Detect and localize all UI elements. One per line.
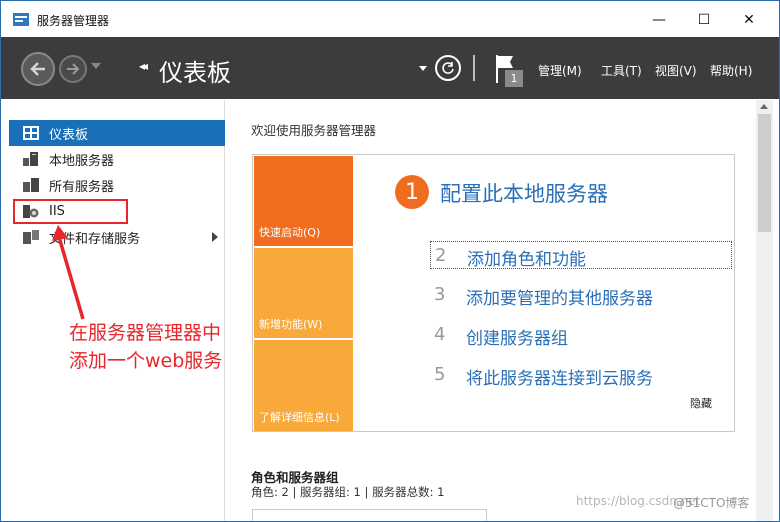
back-button[interactable]	[21, 52, 55, 86]
sidebar-item-label: 仪表板	[49, 127, 89, 143]
welcome-heading: 欢迎使用服务器管理器	[251, 123, 377, 138]
step-number: 2	[435, 245, 447, 266]
step-connect-cloud[interactable]: 5 将此服务器连接到云服务	[430, 361, 732, 389]
sidebar-item-label: 所有服务器	[49, 179, 115, 195]
refresh-icon	[442, 62, 454, 74]
vertical-scrollbar[interactable]	[756, 100, 773, 521]
page-title: 仪表板	[159, 59, 231, 87]
sidebar: 仪表板 本地服务器 所有服务器 IIS 文件和存储服务	[9, 100, 225, 521]
annotation-arrow-icon	[52, 225, 85, 320]
breadcrumb-dropdown-icon[interactable]	[419, 66, 427, 71]
sidebar-item-dashboard[interactable]: 仪表板	[9, 120, 225, 146]
tile-label: 快速启动(Q)	[259, 226, 321, 239]
menu-tools[interactable]: 工具(T)	[601, 62, 642, 79]
iis-highlight-box	[13, 199, 128, 224]
step-add-roles[interactable]: 2 添加角色和功能	[430, 241, 732, 270]
sidebar-item-label: 本地服务器	[49, 153, 115, 169]
header-separator	[473, 55, 475, 81]
watermark-brand: @51CTO博客	[673, 496, 750, 510]
step-link[interactable]: 添加要管理的其他服务器	[466, 284, 653, 309]
annotation-text: 在服务器管理器中 添加一个web服务	[69, 319, 249, 375]
dashboard-icon	[23, 126, 39, 140]
sidebar-item-all-servers[interactable]: 所有服务器	[9, 172, 225, 198]
role-tile[interactable]	[252, 509, 487, 521]
step-number: 5	[434, 364, 446, 385]
step-link[interactable]: 创建服务器组	[466, 324, 568, 349]
step-1-number-badge: 1	[395, 175, 429, 209]
menu-manage[interactable]: 管理(M)	[538, 62, 582, 79]
breadcrumb-arrows[interactable]: ◂◂	[139, 59, 148, 73]
expand-arrow-icon[interactable]	[212, 232, 218, 242]
maximize-button[interactable]: ☐	[682, 7, 726, 33]
tile-whats-new[interactable]: 新增功能(W)	[254, 248, 353, 338]
title-bar: 服务器管理器 — ☐ ✕	[1, 1, 779, 37]
menu-help[interactable]: 帮助(H)	[710, 62, 752, 79]
close-button[interactable]: ✕	[727, 7, 771, 33]
tile-label: 了解详细信息(L)	[259, 411, 340, 424]
server-manager-window: 服务器管理器 — ☐ ✕ ◂◂ 仪表板 1 管理(M) 工具(T) 视图(V) …	[0, 0, 780, 522]
servers-icon	[23, 178, 39, 192]
tile-learn-more[interactable]: 了解详细信息(L)	[254, 340, 353, 431]
step-number: 4	[434, 324, 446, 345]
step-create-group[interactable]: 4 创建服务器组	[430, 321, 732, 349]
header-bar: ◂◂ 仪表板 1 管理(M) 工具(T) 视图(V) 帮助(H)	[1, 37, 779, 99]
refresh-button[interactable]	[435, 55, 461, 81]
tile-label: 新增功能(W)	[259, 318, 323, 331]
storage-icon	[23, 230, 39, 244]
annotation-line-2: 添加一个web服务	[69, 350, 223, 372]
configure-local-server-link[interactable]: 配置此本地服务器	[440, 178, 608, 208]
roles-summary: 角色: 2 | 服务器组: 1 | 服务器总数: 1	[251, 485, 445, 499]
scroll-thumb[interactable]	[758, 114, 771, 232]
annotation-line-1: 在服务器管理器中	[69, 322, 222, 344]
sidebar-item-local-server[interactable]: 本地服务器	[9, 146, 225, 172]
main-content: 欢迎使用服务器管理器 快速启动(Q) 新增功能(W) 了解详细信息(L) 1 配…	[226, 100, 756, 521]
step-add-servers[interactable]: 3 添加要管理的其他服务器	[430, 281, 732, 309]
menu-view[interactable]: 视图(V)	[655, 62, 697, 79]
step-link[interactable]: 将此服务器连接到云服务	[466, 364, 653, 389]
server-icon	[23, 152, 38, 166]
window-title: 服务器管理器	[37, 14, 110, 28]
arrow-left-icon	[30, 62, 45, 76]
server-manager-icon	[13, 13, 29, 26]
step-number: 3	[434, 284, 446, 305]
forward-button[interactable]	[59, 55, 87, 83]
sidebar-item-file-storage[interactable]: 文件和存储服务	[9, 224, 225, 250]
step-link[interactable]: 添加角色和功能	[467, 245, 586, 270]
minimize-button[interactable]: —	[637, 7, 681, 33]
hide-link[interactable]: 隐藏	[690, 395, 712, 411]
quick-start-panel: 快速启动(Q) 新增功能(W) 了解详细信息(L) 1 配置此本地服务器 2 添…	[252, 154, 735, 432]
tile-quick-start[interactable]: 快速启动(Q)	[254, 156, 353, 246]
arrow-right-icon	[67, 63, 80, 75]
scroll-up-icon[interactable]	[760, 104, 768, 109]
notification-count-badge: 1	[505, 70, 523, 87]
history-dropdown-icon[interactable]	[91, 63, 101, 69]
